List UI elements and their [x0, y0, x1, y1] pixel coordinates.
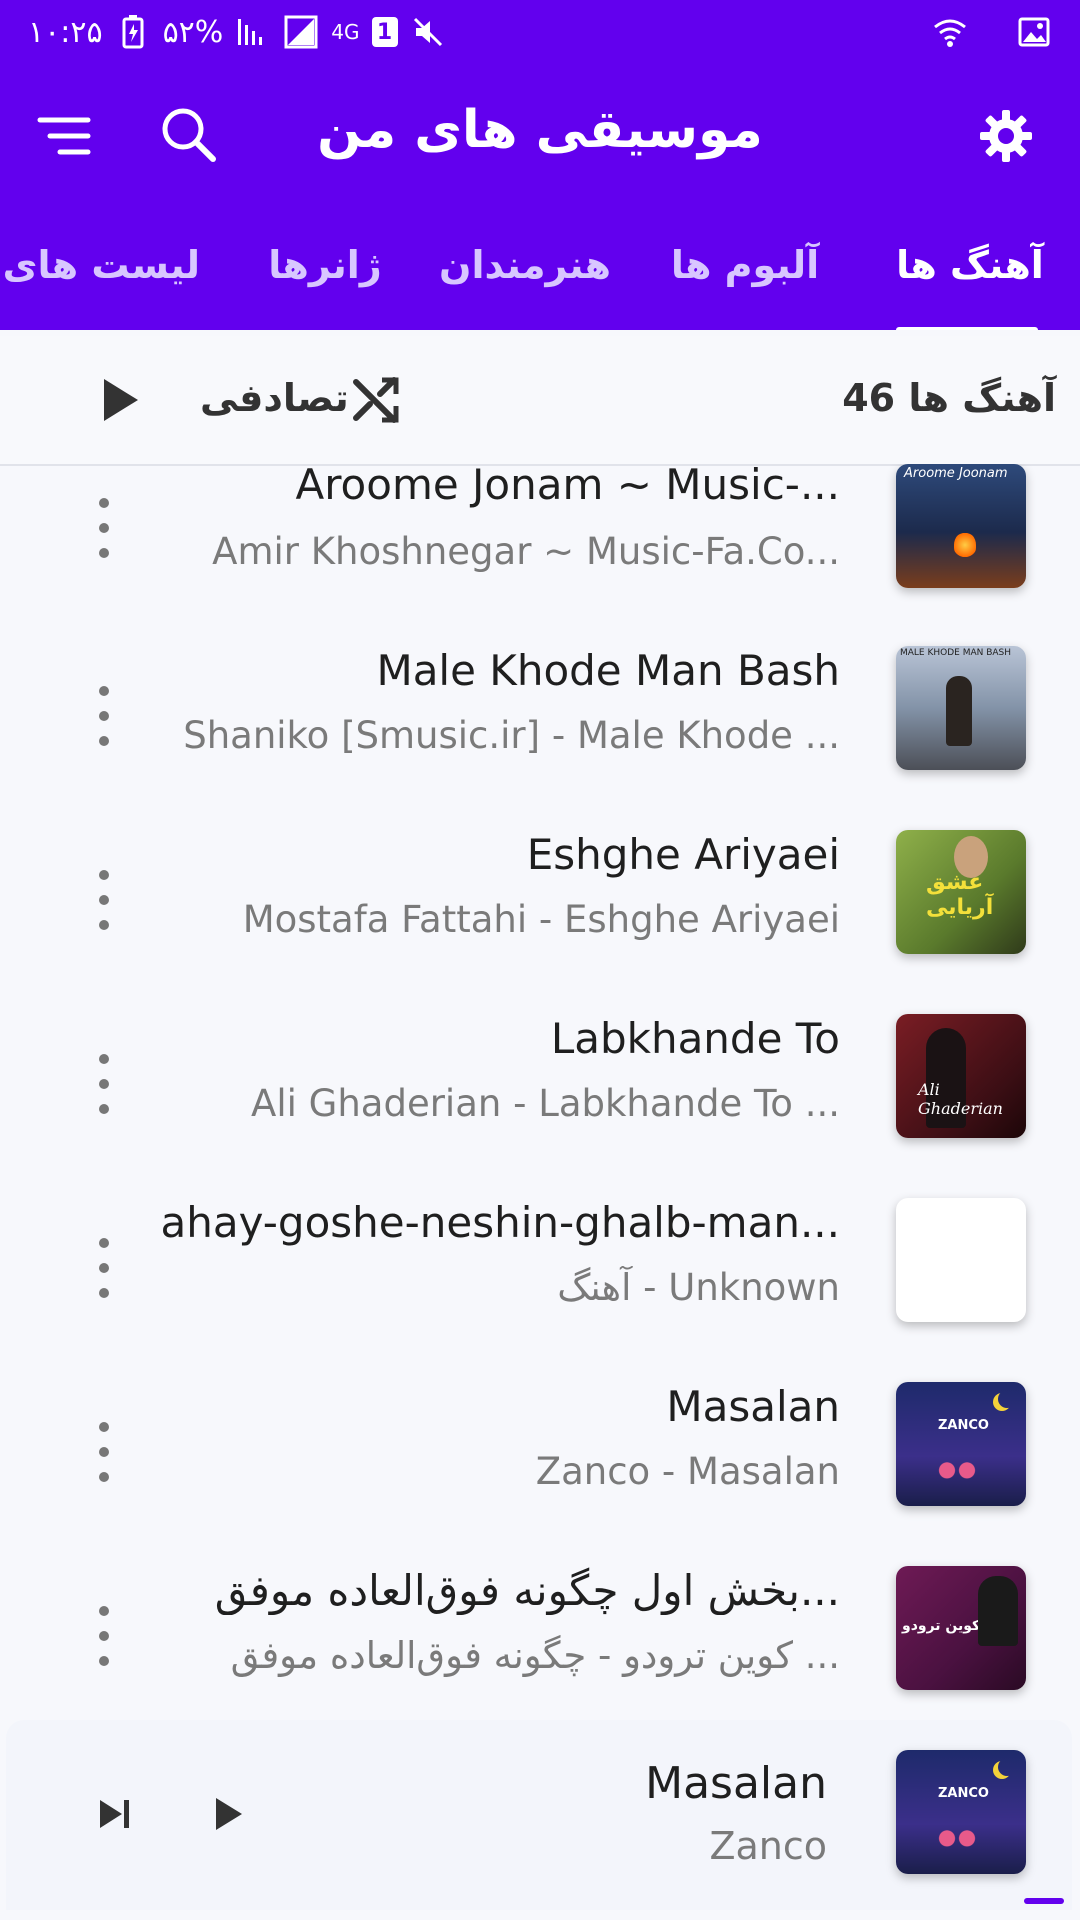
status-right [932, 14, 1052, 50]
moon-graphic [998, 1390, 1016, 1408]
skip-next-icon[interactable] [78, 1778, 150, 1850]
song-subtitle: Ali Ghaderian - Labkhande To ... [251, 1082, 840, 1125]
song-row[interactable]: Male Khode Man Bash Shaniko [Smusic.ir] … [0, 624, 1080, 808]
song-row[interactable]: Eshghe Ariyaei Mostafa Fattahi - Eshghe … [0, 808, 1080, 992]
campfire-graphic [954, 532, 976, 558]
shuffle-icon[interactable] [340, 364, 412, 436]
song-row[interactable]: Masalan Zanco - Masalan ZANCO [0, 1360, 1080, 1544]
album-art: Ali Ghaderian [896, 1014, 1026, 1138]
song-row[interactable]: Aroome Jonam ~ Music-... Amir Khoshnegar… [0, 464, 1080, 624]
song-title: ahay-goshe-neshin-ghalb-man... [160, 1198, 840, 1247]
mute-icon [410, 14, 446, 50]
tab-playlists[interactable]: لیست های پ [0, 220, 200, 310]
artist-photo [954, 836, 988, 878]
song-count: 46 آهنگ ها [842, 376, 1056, 420]
song-title: بخش اول چگونه فوق‌العاده موفق... [214, 1566, 840, 1615]
tab-albums[interactable]: آلبوم ها [660, 220, 830, 310]
song-title: Male Khode Man Bash [376, 646, 840, 695]
album-art-text: عشق آریایی [926, 870, 994, 920]
song-subtitle: آهنگ - Unknown [557, 1266, 840, 1309]
song-subtitle: Zanco - Masalan [535, 1450, 840, 1493]
tab-genres[interactable]: ژانرها [265, 220, 385, 310]
person-silhouette [946, 676, 972, 746]
signal-icon [235, 14, 271, 50]
now-playing-title: Masalan [645, 1758, 827, 1809]
tab-songs[interactable]: آهنگ ها [880, 220, 1060, 310]
album-art-placeholder [896, 1198, 1026, 1322]
song-list: Aroome Jonam ~ Music-... Amir Khoshnegar… [0, 464, 1080, 1724]
tab-indicator [896, 327, 1038, 330]
song-title: Labkhande To [550, 1014, 840, 1063]
figures-graphic [932, 1828, 982, 1854]
mini-player[interactable]: Masalan Zanco ZANCO [6, 1720, 1072, 1910]
playback-progress [1024, 1898, 1064, 1904]
wifi-icon [932, 14, 968, 50]
control-bar: تصادفی 46 آهنگ ها [0, 336, 1080, 466]
song-title: Masalan [666, 1382, 840, 1431]
album-art-text: MALE KHODE MAN BASH [900, 648, 1012, 658]
sim-number: 1 [376, 19, 393, 45]
sim-icon: 1 [371, 17, 398, 47]
no-signal-icon [283, 14, 319, 50]
tab-artists[interactable]: هنرمندان [439, 220, 611, 310]
shuffle-label[interactable]: تصادفی [200, 376, 349, 420]
page-title: موسیقی های من [317, 100, 763, 160]
album-art: MALE KHODE MAN BASH [896, 646, 1026, 770]
network-type: 4G [331, 20, 360, 44]
moon-graphic [998, 1758, 1016, 1776]
song-subtitle: Shaniko [Smusic.ir] - Male Khode ... [183, 714, 840, 757]
play-icon[interactable] [192, 1778, 264, 1850]
album-art-text: ZANCO [938, 1786, 989, 1801]
album-art: کوین ترودو [896, 1566, 1026, 1690]
song-subtitle: کوین ترودو - چگونه فوق‌العاده موفق ... [230, 1634, 840, 1677]
album-art: Aroome Joonam [896, 464, 1026, 588]
clock: ۱۰:۲۵ [28, 14, 103, 50]
album-art: عشق آریایی [896, 830, 1026, 954]
album-art-text: Ali Ghaderian [918, 1080, 1003, 1118]
song-row[interactable]: بخش اول چگونه فوق‌العاده موفق... کوین تر… [0, 1544, 1080, 1724]
battery-icon [115, 14, 151, 50]
figures-graphic [932, 1460, 982, 1486]
status-left: ۱۰:۲۵ ۵۲% 4G 1 [28, 12, 446, 52]
now-playing-artist: Zanco [709, 1824, 827, 1868]
song-title: Eshghe Ariyaei [526, 830, 840, 879]
album-art-text: Aroome Joonam [904, 466, 1008, 481]
song-row[interactable]: Labkhande To Ali Ghaderian - Labkhande T… [0, 992, 1080, 1176]
battery-percent: ۵۲% [162, 14, 224, 50]
album-art: ZANCO [896, 1382, 1026, 1506]
play-all-icon[interactable] [84, 364, 156, 436]
now-playing-art: ZANCO [896, 1750, 1026, 1874]
song-row[interactable]: ahay-goshe-neshin-ghalb-man... آهنگ - Un… [0, 1176, 1080, 1360]
tab-bar: آهنگ ها آلبوم ها هنرمندان ژانرها لیست ها… [0, 200, 1080, 330]
author-photo [978, 1576, 1018, 1646]
status-bar: ۱۰:۲۵ ۵۲% 4G 1 [0, 0, 1080, 70]
image-icon [1016, 14, 1052, 50]
song-subtitle: Amir Khoshnegar ~ Music-Fa.Co... [212, 530, 840, 573]
song-subtitle: Mostafa Fattahi - Eshghe Ariyaei [242, 898, 840, 941]
song-title: Aroome Jonam ~ Music-... [295, 464, 840, 509]
settings-icon[interactable] [970, 100, 1042, 172]
album-art-text: ZANCO [938, 1418, 989, 1433]
album-art-text: کوین ترودو [902, 1618, 981, 1634]
